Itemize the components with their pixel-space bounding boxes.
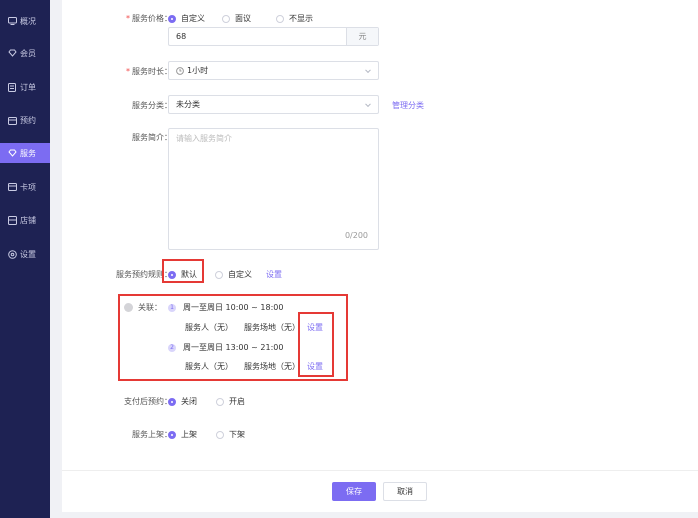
prepay-label: 支付后预约： <box>124 397 172 406</box>
calendar-icon <box>7 115 17 125</box>
monitor-icon <box>7 16 17 26</box>
intro-label: 服务简介： <box>132 133 172 142</box>
intro-char-counter: 0/200 <box>344 231 368 240</box>
sidebar-item-cards[interactable]: 卡项 <box>0 177 50 197</box>
prepay-option-on[interactable]: 开启 <box>216 396 245 407</box>
gear-icon <box>7 249 17 259</box>
cancel-button[interactable]: 取消 <box>383 482 427 501</box>
price-input[interactable]: 68 元 <box>168 27 379 46</box>
booking-rule-custom[interactable]: 自定义 <box>215 269 252 280</box>
service-edit-form: * 服务价格： 自定义 面议 不显示 68 元 * 服务时长： 1小时 服务分类： … <box>62 0 698 518</box>
store-icon <box>7 215 17 225</box>
sidebar-item-label: 店铺 <box>20 215 36 225</box>
price-option-custom[interactable]: 自定义 <box>168 13 205 24</box>
sidebar: 概况 会员 订单 预约 服务 卡项 店铺 设置 <box>0 0 50 518</box>
sidebar-item-label: 服务 <box>20 148 36 158</box>
page-bottom-gap <box>62 512 698 518</box>
category-label: 服务分类： <box>132 101 172 110</box>
duration-label: * 服务时长： <box>126 67 172 76</box>
diamond-icon <box>7 48 17 58</box>
chevron-down-icon <box>365 100 371 107</box>
intro-textarea[interactable]: 请输入服务简介 0/200 <box>168 128 379 250</box>
price-option-hidden[interactable]: 不显示 <box>276 13 313 24</box>
sidebar-item-label: 概况 <box>20 16 36 26</box>
service-icon <box>7 148 17 158</box>
category-select[interactable]: 未分类 <box>168 95 379 114</box>
chevron-down-icon <box>365 66 371 73</box>
sidebar-item-settings[interactable]: 设置 <box>0 244 50 264</box>
sidebar-item-orders[interactable]: 订单 <box>0 77 50 97</box>
manage-category-link[interactable]: 管理分类 <box>392 100 424 111</box>
price-label: * 服务价格： <box>126 14 172 23</box>
clock-icon <box>176 66 184 75</box>
sidebar-item-overview[interactable]: 概况 <box>0 11 50 31</box>
save-button[interactable]: 保存 <box>332 482 376 501</box>
listing-option-on[interactable]: 上架 <box>168 429 197 440</box>
price-option-negotiable[interactable]: 面议 <box>222 13 251 24</box>
sidebar-item-label: 订单 <box>20 82 36 92</box>
highlight-box-default <box>162 259 204 283</box>
booking-rule-label: 服务预约规则： <box>116 270 172 279</box>
prepay-option-off[interactable]: 关闭 <box>168 396 197 407</box>
sidebar-item-store[interactable]: 店铺 <box>0 210 50 230</box>
sidebar-item-label: 会员 <box>20 48 36 58</box>
sidebar-item-services[interactable]: 服务 <box>0 143 50 163</box>
sidebar-item-label: 卡项 <box>20 182 36 192</box>
card-icon <box>7 182 17 192</box>
sidebar-item-members[interactable]: 会员 <box>0 43 50 63</box>
duration-select[interactable]: 1小时 <box>168 61 379 80</box>
sidebar-item-booking[interactable]: 预约 <box>0 110 50 130</box>
highlight-box-set-links <box>298 312 334 377</box>
listing-option-off[interactable]: 下架 <box>216 429 245 440</box>
listing-label: 服务上架： <box>132 430 172 439</box>
footer-divider <box>62 470 698 471</box>
price-unit: 元 <box>346 28 378 45</box>
sidebar-item-label: 预约 <box>20 115 36 125</box>
booking-rule-set-link[interactable]: 设置 <box>266 269 282 280</box>
list-icon <box>7 82 17 92</box>
sidebar-item-label: 设置 <box>20 249 36 259</box>
